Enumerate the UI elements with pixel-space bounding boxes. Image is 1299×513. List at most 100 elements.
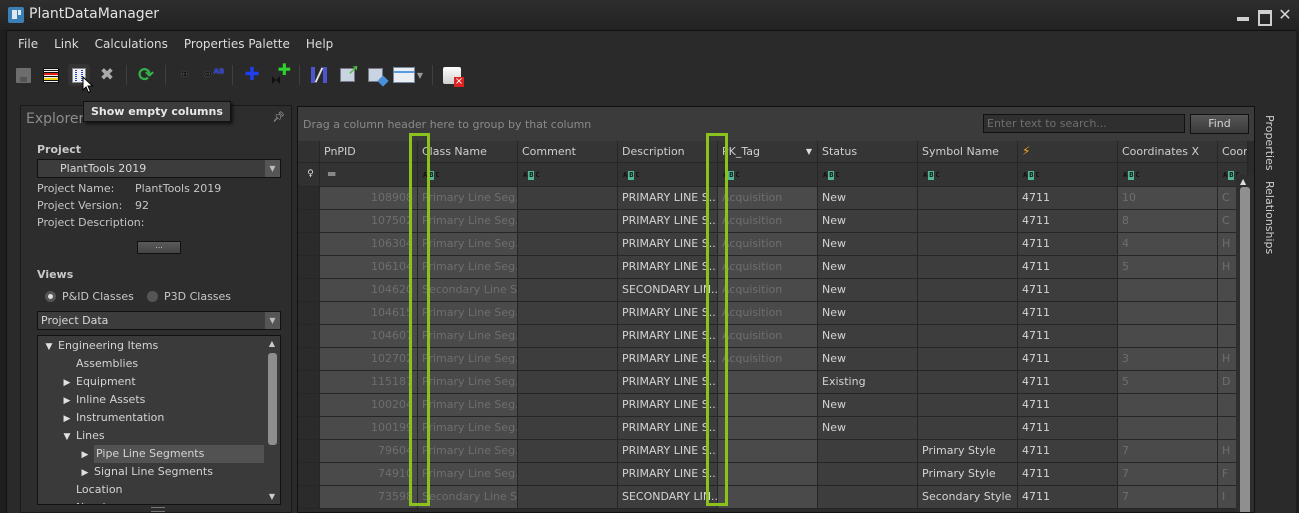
table-cell[interactable] (918, 371, 1018, 394)
text-filter-icon[interactable]: ABC (422, 171, 441, 180)
search-input[interactable] (983, 114, 1185, 133)
row-indicator[interactable] (298, 279, 320, 302)
table-cell[interactable]: Primary Line Seg... (418, 348, 518, 371)
unlink-columns-button[interactable] (308, 64, 330, 86)
import-button[interactable] (364, 64, 386, 86)
table-cell[interactable] (518, 256, 618, 279)
project-select[interactable]: PlantTools 2019 ▼ (37, 159, 281, 178)
table-cell[interactable]: New (818, 348, 918, 371)
table-cell[interactable]: PRIMARY LINE S... (618, 187, 718, 210)
chevron-down-icon[interactable]: ▼ (806, 141, 812, 162)
table-cell[interactable]: Primary Line Seg... (418, 463, 518, 486)
filter-cell[interactable]: ABC (1018, 163, 1118, 187)
table-cell[interactable] (918, 325, 1018, 348)
table-cell[interactable] (1118, 279, 1218, 302)
table-row[interactable]: 104615 Primary Line Seg... PRIMARY LINE S.… (298, 302, 1248, 325)
table-cell[interactable]: Secondary Line S... (418, 279, 518, 302)
table-cell[interactable]: 5 (1118, 256, 1218, 279)
add-valve-button[interactable]: ✚ (269, 62, 291, 86)
filter-cell[interactable]: ABC (818, 163, 918, 187)
table-cell[interactable]: 106304 (320, 233, 418, 256)
table-cell[interactable]: PRIMARY LINE S... (618, 302, 718, 325)
table-view-dropdown[interactable]: ▼ (392, 64, 424, 86)
table-cell[interactable]: PRIMARY LINE S... (618, 371, 718, 394)
table-cell[interactable] (518, 233, 618, 256)
table-cell[interactable]: New (818, 394, 918, 417)
scroll-up-icon[interactable]: ▲ (1240, 177, 1246, 186)
expand-right-icon[interactable]: ▶ (58, 374, 76, 392)
scrollbar-thumb[interactable] (268, 353, 277, 445)
table-cell[interactable]: Secondary Style (918, 486, 1018, 509)
table-cell[interactable]: Acquisition (718, 187, 818, 210)
table-cell[interactable]: 4711 (1018, 256, 1118, 279)
table-cell[interactable] (718, 486, 818, 509)
row-indicator[interactable] (298, 463, 320, 486)
table-cell[interactable]: 4711 (1018, 371, 1118, 394)
row-indicator[interactable] (298, 394, 320, 417)
table-cell[interactable]: Acquisition (718, 256, 818, 279)
table-cell[interactable] (918, 417, 1018, 440)
table-cell[interactable] (818, 463, 918, 486)
table-cell[interactable]: PRIMARY LINE S... (618, 463, 718, 486)
filter-cell[interactable]: ABC (718, 163, 818, 187)
table-cell[interactable]: 104620 (320, 279, 418, 302)
table-cell[interactable]: 4711 (1018, 348, 1118, 371)
equals-operator-icon[interactable]: ═ (324, 163, 417, 185)
text-filter-icon[interactable]: ABC (922, 171, 941, 180)
table-cell[interactable]: New (818, 417, 918, 440)
table-cell[interactable] (1118, 417, 1218, 440)
table-cell[interactable]: 100199 (320, 417, 418, 440)
menu-file[interactable]: File (10, 36, 46, 54)
table-cell[interactable]: 4711 (1018, 302, 1118, 325)
table-cell[interactable] (1118, 302, 1218, 325)
table-cell[interactable]: New (818, 233, 918, 256)
table-cell[interactable]: 115187 (320, 371, 418, 394)
filter-cell[interactable]: ABC (1118, 163, 1218, 187)
table-cell[interactable] (718, 394, 818, 417)
table-cell[interactable]: New (818, 256, 918, 279)
scroll-down-icon[interactable]: ▼ (264, 492, 280, 501)
table-cell[interactable]: New (818, 325, 918, 348)
table-cell[interactable] (918, 302, 1018, 325)
column-header[interactable]: Class Name (418, 141, 518, 163)
row-indicator[interactable] (298, 417, 320, 440)
table-cell[interactable]: Acquisition (718, 233, 818, 256)
tree-item[interactable]: ▶ Instrumentation (58, 409, 165, 427)
table-cell[interactable] (518, 371, 618, 394)
menu-help[interactable]: Help (298, 36, 341, 54)
data-source-select[interactable]: Project Data ▼ (37, 311, 281, 330)
column-header[interactable]: PK_Tag ▼ (718, 141, 818, 163)
tree-item[interactable]: ▶ Equipment (58, 373, 136, 391)
table-cell[interactable]: 74910 (320, 463, 418, 486)
close-document-button[interactable] (441, 64, 464, 87)
tree-item[interactable]: ▶ Signal Line Segments (76, 463, 213, 481)
table-cell[interactable]: Primary Line Seg... (418, 394, 518, 417)
table-cell[interactable]: 4711 (1018, 417, 1118, 440)
column-header[interactable]: Comment (518, 141, 618, 163)
text-filter-icon[interactable]: ABC (1022, 171, 1041, 180)
table-cell[interactable] (518, 463, 618, 486)
table-cell[interactable]: 4711 (1018, 210, 1118, 233)
splitter-grip[interactable] (151, 507, 165, 512)
table-cell[interactable] (518, 440, 618, 463)
filter-cell[interactable]: ═ (320, 163, 418, 187)
table-cell[interactable] (518, 348, 618, 371)
table-cell[interactable]: Primary Line Seg... (418, 417, 518, 440)
table-cell[interactable]: 79604 (320, 440, 418, 463)
tab-properties[interactable]: Properties (1263, 115, 1276, 171)
table-cell[interactable]: 4711 (1018, 279, 1118, 302)
table-cell[interactable]: 102702 (320, 348, 418, 371)
table-cell[interactable]: Acquisition (718, 325, 818, 348)
table-cell[interactable] (518, 210, 618, 233)
text-filter-icon[interactable]: ABC (822, 171, 841, 180)
table-cell[interactable]: 4711 (1018, 187, 1118, 210)
column-header[interactable]: Symbol Name (918, 141, 1018, 163)
expand-right-icon[interactable]: ▶ (58, 392, 76, 410)
table-cell[interactable]: 108908 (320, 187, 418, 210)
tab-relationships[interactable]: Relationships (1263, 181, 1276, 254)
table-cell[interactable]: 106104 (320, 256, 418, 279)
row-indicator[interactable] (298, 256, 320, 279)
table-cell[interactable]: SECONDARY LIN... (618, 486, 718, 509)
tree-item[interactable]: ▶ Inline Assets (58, 391, 146, 410)
expand-down-icon[interactable]: ▼ (58, 428, 76, 446)
